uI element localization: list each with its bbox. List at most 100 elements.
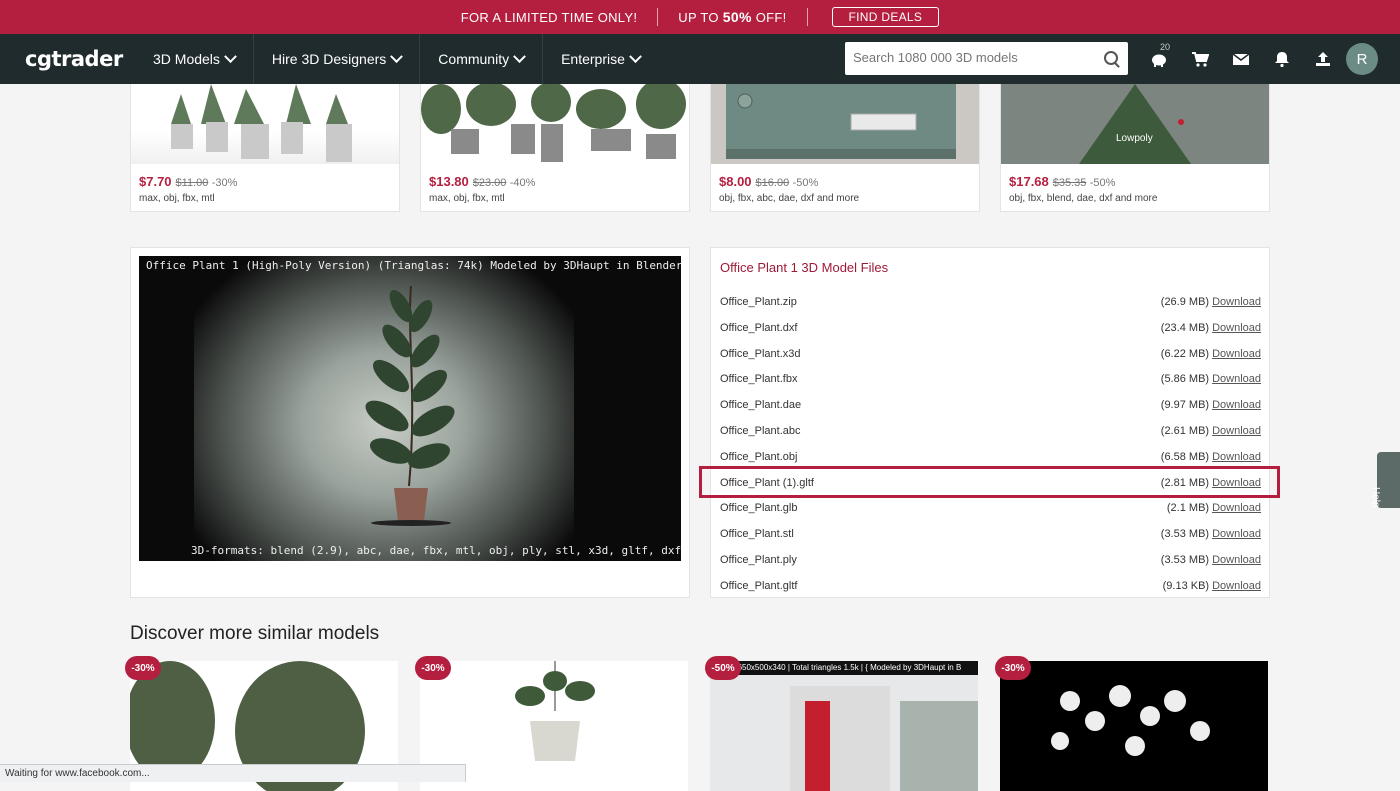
help-tab[interactable]: Help xyxy=(1370,452,1400,508)
promo-prefix: UP TO xyxy=(678,9,719,25)
chevron-down-icon xyxy=(224,49,237,63)
nav-enterprise[interactable]: Enterprise xyxy=(543,34,658,84)
file-name: Office_Plant.zip xyxy=(720,296,797,308)
similar-model-image xyxy=(1000,661,1268,791)
similar-model-image xyxy=(710,661,978,791)
download-link[interactable]: Download xyxy=(1212,580,1261,592)
download-link[interactable]: Download xyxy=(1212,425,1261,437)
similar-model-card[interactable]: n Red 650x500x340 | Total triangles 1.5k… xyxy=(710,661,978,791)
download-link[interactable]: Download xyxy=(1212,451,1261,463)
file-row: Office_Plant.abc (2.61 MB) Download xyxy=(720,421,1261,441)
file-name: Office_Plant.x3d xyxy=(720,347,801,360)
main-nav: cgtrader 3D Models Hire 3D Designers Com… xyxy=(0,34,1400,84)
file-name: Office_Plant.ply xyxy=(720,554,797,566)
formats: max, obj, fbx, mtl xyxy=(139,193,215,204)
user-avatar[interactable]: R xyxy=(1346,43,1378,75)
old-price: $11.00 xyxy=(175,177,209,189)
download-link[interactable]: Download xyxy=(1212,348,1261,360)
file-size: (2.61 MB) xyxy=(1160,425,1210,437)
help-label: Help xyxy=(1370,487,1381,508)
browser-status-bar: Waiting for www.facebook.com... xyxy=(0,764,466,782)
file-size: (9.13 KB) xyxy=(1162,579,1210,592)
model-render-image[interactable]: Office Plant 1 (High-Poly Version) (Tria… xyxy=(139,256,681,561)
product-card[interactable]: $13.80 $23.00 -40% max, obj, fbx, mtl xyxy=(420,79,690,212)
chevron-down-icon xyxy=(513,49,526,63)
nav-hire-designers[interactable]: Hire 3D Designers xyxy=(254,34,421,84)
highlight-box xyxy=(699,466,1280,498)
file-row: Office_Plant.obj (6.58 MB) Download xyxy=(720,447,1261,467)
render-caption-top: Office Plant 1 (High-Poly Version) (Tria… xyxy=(146,259,681,272)
file-size: (23.4 MB) xyxy=(1160,321,1210,334)
discover-heading: Discover more similar models xyxy=(130,623,380,644)
file-name: Office_Plant.abc xyxy=(720,425,801,437)
discount-tag: -30% xyxy=(125,656,161,680)
price-block: $13.80 $23.00 -40% xyxy=(429,174,535,189)
promo-banner: FOR A LIMITED TIME ONLY! UP TO 50% OFF! … xyxy=(0,0,1400,34)
file-row: Office_Plant.ply (3.53 MB) Download xyxy=(720,550,1261,570)
file-size: (9.97 MB) xyxy=(1160,399,1210,412)
model-preview-panel: Office Plant 1 (High-Poly Version) (Tria… xyxy=(130,247,690,598)
product-image xyxy=(421,79,689,164)
product-image xyxy=(711,84,979,164)
search-box xyxy=(845,42,1128,75)
download-link[interactable]: Download xyxy=(1212,528,1261,540)
model-files-panel: Office Plant 1 3D Model Files Office_Pla… xyxy=(710,247,1270,598)
nav-community[interactable]: Community xyxy=(420,34,544,84)
search-input[interactable] xyxy=(845,42,1101,73)
download-link[interactable]: Download xyxy=(1212,502,1261,514)
old-price: $23.00 xyxy=(472,177,507,189)
nav-label: Hire 3D Designers xyxy=(271,51,387,67)
price-block: $17.68 $35.35 -50% xyxy=(1009,174,1115,189)
price-block: $7.70 $11.00 -30% xyxy=(139,174,237,189)
find-deals-button[interactable]: FIND DEALS xyxy=(831,7,940,27)
promo-percent: 50% xyxy=(722,9,752,25)
file-name: Office_Plant.glb xyxy=(720,502,798,515)
product-card[interactable]: $8.00 $16.00 -50% obj, fbx, abc, dae, dxf… xyxy=(710,84,980,212)
file-size: (6.22 MB) xyxy=(1160,347,1210,360)
discount-tag: -30% xyxy=(995,656,1031,680)
promo-divider xyxy=(806,8,808,26)
download-link[interactable]: Download xyxy=(1212,399,1261,411)
formats: obj, fbx, abc, dae, dxf and more xyxy=(719,193,860,204)
download-link[interactable]: Download xyxy=(1212,296,1261,308)
nav-3d-models[interactable]: 3D Models xyxy=(135,34,254,84)
file-size: (3.53 MB) xyxy=(1160,554,1210,566)
render-caption-bottom: 3D-formats: blend (2.9), abc, dae, fbx, … xyxy=(191,544,681,557)
formats: max, obj, fbx, mtl xyxy=(429,193,505,204)
product-card[interactable]: $7.70 $11.00 -30% max, obj, fbx, mtl xyxy=(130,84,400,212)
file-row: Office_Plant.zip (26.9 MB) Download xyxy=(720,292,1261,312)
similar-card-caption: n Red 650x500x340 | Total triangles 1.5k… xyxy=(714,663,962,672)
file-row: Office_Plant.glb (2.1 MB) Download xyxy=(720,498,1261,518)
upload-icon[interactable] xyxy=(1314,50,1332,68)
file-name: Office_Plant.stl xyxy=(720,528,794,541)
file-row: Office_Plant.dae (9.97 MB) Download xyxy=(720,395,1261,415)
discount: -50% xyxy=(1089,177,1116,189)
download-link[interactable]: Download xyxy=(1212,373,1261,385)
promo-divider xyxy=(657,8,659,26)
chevron-down-icon xyxy=(390,49,404,63)
mail-icon[interactable] xyxy=(1232,50,1250,68)
file-row: Office_Plant.fbx (5.86 MB) Download xyxy=(720,369,1261,389)
download-link[interactable]: Download xyxy=(1212,322,1261,334)
similar-model-card[interactable] xyxy=(1000,661,1268,791)
file-size: (26.9 MB) xyxy=(1160,296,1210,308)
piggy-bank-icon[interactable] xyxy=(1150,50,1168,68)
bell-icon[interactable] xyxy=(1273,50,1291,68)
product-image xyxy=(131,84,399,164)
plant-illustration xyxy=(365,285,455,526)
file-name: Office_Plant.dxf xyxy=(720,321,798,334)
cgtrader-logo[interactable]: cgtrader xyxy=(25,47,135,71)
product-card[interactable]: Lowpoly $17.68 $35.35 -50% obj, fbx, blen… xyxy=(1000,84,1270,212)
cart-icon[interactable] xyxy=(1191,50,1209,68)
file-row: Office_Plant.gltf (9.13 KB) Download xyxy=(720,576,1261,596)
file-size: (6.58 MB) xyxy=(1160,450,1210,463)
discount-tag: -50% xyxy=(705,656,741,680)
promo-text-limited: FOR A LIMITED TIME ONLY! xyxy=(460,9,638,25)
search-icon[interactable] xyxy=(1104,51,1118,65)
price: $7.70 xyxy=(139,174,172,189)
download-link[interactable]: Download xyxy=(1212,554,1261,566)
promo-suffix: OFF! xyxy=(755,9,787,25)
nav-label: 3D Models xyxy=(153,51,220,67)
price-block: $8.00 $16.00 -50% xyxy=(719,174,818,189)
price: $13.80 xyxy=(429,174,469,189)
